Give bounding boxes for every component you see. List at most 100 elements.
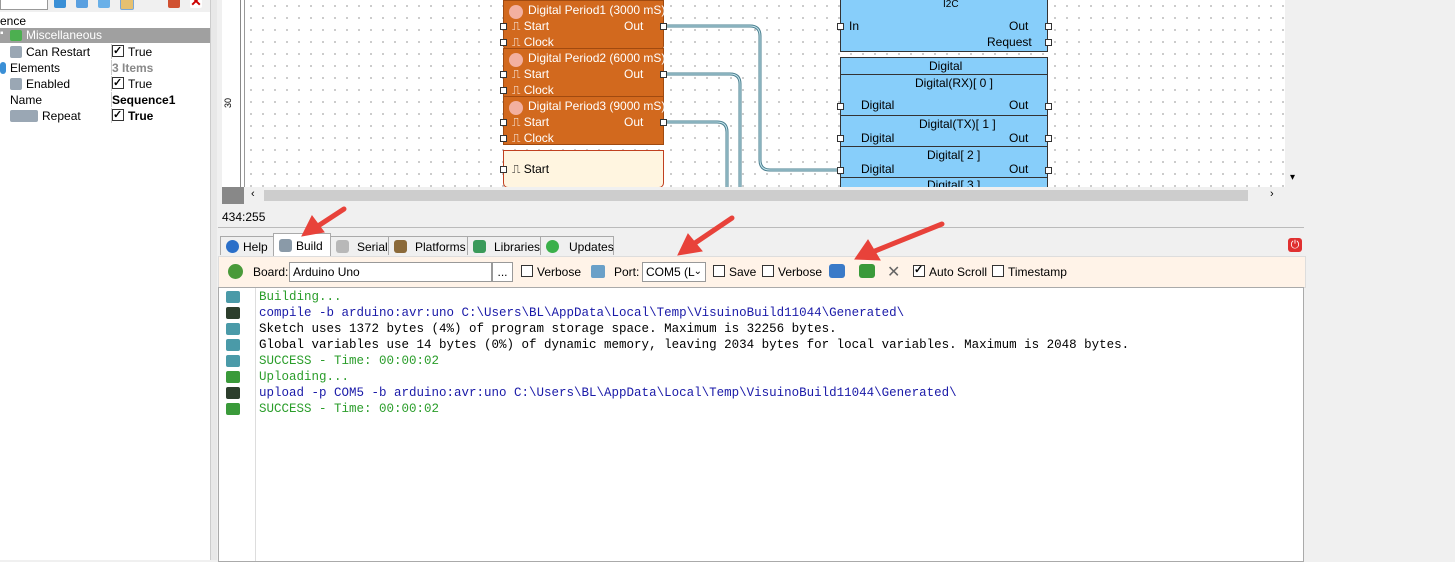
pin-connector[interactable] bbox=[837, 167, 844, 174]
wand-icon[interactable] bbox=[168, 0, 180, 8]
digital-period-2[interactable]: Digital Period2 (6000 mS) ⎍ Start ⎍ Cloc… bbox=[503, 48, 665, 97]
checkbox[interactable] bbox=[762, 265, 774, 277]
terminal-icon bbox=[226, 387, 240, 399]
scroll-right-icon[interactable]: › bbox=[1270, 188, 1274, 200]
board-browse-button[interactable]: ... bbox=[492, 262, 513, 282]
design-canvas[interactable]: Digital Period1 (3000 mS) ⎍ Start ⎍ Cloc… bbox=[245, 0, 1285, 189]
board-input[interactable]: Arduino Uno bbox=[289, 262, 492, 282]
expand-icon[interactable] bbox=[0, 62, 6, 74]
pin-connector[interactable] bbox=[837, 135, 844, 142]
pin-connector[interactable] bbox=[1045, 103, 1052, 110]
close-icon[interactable]: ✕ bbox=[190, 0, 202, 8]
out-pin[interactable]: Out bbox=[624, 115, 643, 129]
pin-connector[interactable] bbox=[660, 23, 667, 30]
stack-icon[interactable] bbox=[98, 0, 110, 8]
out-pin[interactable]: Out bbox=[624, 19, 643, 33]
property-row-repeat[interactable]: Repeat True bbox=[0, 107, 211, 124]
property-row-name[interactable]: Name Sequence1 bbox=[0, 92, 210, 108]
digital-channel-0[interactable]: Digital(RX)[ 0 ] Digital Out bbox=[840, 74, 1048, 116]
start-pin[interactable]: ⎍ Start bbox=[512, 19, 549, 34]
refresh-icon[interactable] bbox=[228, 264, 243, 279]
pin-connector[interactable] bbox=[660, 71, 667, 78]
pin-connector[interactable] bbox=[1045, 23, 1052, 30]
pin-connector[interactable] bbox=[1045, 135, 1052, 142]
sequence-start-block[interactable]: ⎍ Start bbox=[503, 150, 664, 188]
pin-connector[interactable] bbox=[837, 103, 844, 110]
tab-platforms[interactable]: Platforms bbox=[388, 236, 468, 255]
scroll-down-icon[interactable]: ▾ bbox=[1290, 172, 1295, 183]
tab-serial[interactable]: Serial bbox=[330, 236, 389, 255]
save-checkbox[interactable]: Save bbox=[713, 265, 756, 279]
collapse-icon[interactable]: ▪ bbox=[0, 28, 4, 39]
auto-scroll-checkbox[interactable]: Auto Scroll bbox=[913, 263, 987, 279]
verbose-upload-checkbox[interactable]: Verbose bbox=[762, 265, 822, 279]
group-header-miscellaneous[interactable]: ▪ Miscellaneous bbox=[0, 28, 210, 43]
i2c-request-pin[interactable]: Request bbox=[987, 35, 1032, 49]
property-row-elements[interactable]: Elements 3 Items bbox=[0, 60, 210, 76]
pin-connector[interactable] bbox=[837, 23, 844, 30]
i2c-out-pin[interactable]: Out bbox=[1009, 19, 1028, 33]
start-pin[interactable]: ⎍ Start bbox=[512, 67, 549, 82]
digital-in-pin[interactable]: Digital bbox=[861, 162, 894, 176]
pin-connector[interactable] bbox=[500, 23, 507, 30]
digital-channel-1[interactable]: Digital(TX)[ 1 ] Digital Out bbox=[840, 115, 1048, 147]
pin-connector[interactable] bbox=[1045, 167, 1052, 174]
build-output-console[interactable]: Building... compile -b arduino:avr:uno C… bbox=[218, 287, 1304, 562]
pin-connector[interactable] bbox=[660, 119, 667, 126]
digital-out-pin[interactable]: Out bbox=[1009, 131, 1028, 145]
digital-out-pin[interactable]: Out bbox=[1009, 162, 1028, 176]
property-row-enabled[interactable]: Enabled True bbox=[0, 75, 211, 92]
start-pin[interactable]: ⎍ Start bbox=[512, 115, 549, 130]
property-value[interactable]: Sequence1 bbox=[111, 92, 211, 107]
i2c-block[interactable]: I2C In Out Request bbox=[840, 0, 1048, 52]
pin-connector[interactable] bbox=[500, 166, 507, 173]
start-pin[interactable]: ⎍ Start bbox=[512, 162, 549, 177]
tab-help[interactable]: Help bbox=[220, 236, 274, 255]
tab-libraries[interactable]: Libraries bbox=[467, 236, 541, 255]
i2c-in-pin[interactable]: In bbox=[849, 19, 859, 33]
vertical-scrollbar[interactable]: ▾ bbox=[1286, 0, 1303, 187]
digital-period-3[interactable]: Digital Period3 (9000 mS) ⎍ Start ⎍ Cloc… bbox=[503, 96, 665, 146]
upload-icon[interactable] bbox=[859, 264, 875, 278]
port-select[interactable]: COM5 (L ⌄ bbox=[642, 262, 706, 282]
checkbox[interactable] bbox=[913, 263, 925, 277]
timestamp-checkbox[interactable]: Timestamp bbox=[992, 265, 1067, 279]
out-pin[interactable]: Out bbox=[624, 67, 643, 81]
pin-connector[interactable] bbox=[500, 39, 507, 46]
property-value[interactable]: True bbox=[111, 107, 211, 123]
checkbox[interactable] bbox=[521, 265, 533, 277]
grid-icon[interactable] bbox=[76, 0, 88, 8]
digital-out-pin[interactable]: Out bbox=[1009, 98, 1028, 112]
checkbox[interactable] bbox=[112, 43, 124, 59]
property-value[interactable]: True bbox=[111, 75, 211, 91]
clock-pin[interactable]: ⎍ Clock bbox=[512, 131, 554, 146]
property-search-input[interactable] bbox=[0, 0, 48, 10]
pin-connector[interactable] bbox=[1045, 39, 1052, 46]
checkbox[interactable] bbox=[713, 265, 725, 277]
pin-connector[interactable] bbox=[500, 87, 507, 94]
digital-in-pin[interactable]: Digital bbox=[861, 98, 894, 112]
chevron-down-icon[interactable]: ⌄ bbox=[694, 263, 702, 281]
scroll-thumb[interactable] bbox=[264, 190, 1248, 201]
pin-connector[interactable] bbox=[500, 119, 507, 126]
pin-connector[interactable] bbox=[500, 71, 507, 78]
pin-connector[interactable] bbox=[500, 135, 507, 142]
checkbox[interactable] bbox=[992, 265, 1004, 277]
pin-icon[interactable] bbox=[54, 0, 66, 8]
tab-build[interactable]: Build bbox=[273, 233, 331, 256]
digital-in-pin[interactable]: Digital bbox=[861, 131, 894, 145]
checkbox[interactable] bbox=[112, 75, 124, 91]
panel-splitter[interactable] bbox=[210, 0, 217, 560]
clear-icon[interactable]: ✕ bbox=[887, 262, 900, 282]
verbose-checkbox[interactable]: Verbose bbox=[521, 265, 581, 279]
compile-icon[interactable] bbox=[829, 264, 845, 278]
checkbox[interactable] bbox=[112, 107, 124, 123]
property-value[interactable]: True bbox=[111, 43, 211, 59]
digital-channel-2[interactable]: Digital[ 2 ] Digital Out bbox=[840, 146, 1048, 178]
power-icon[interactable]: ⏻ bbox=[1288, 238, 1302, 252]
property-row-can-restart[interactable]: Can Restart True bbox=[0, 43, 211, 60]
tab-updates[interactable]: Updates bbox=[540, 236, 614, 255]
digital-period-1[interactable]: Digital Period1 (3000 mS) ⎍ Start ⎍ Cloc… bbox=[503, 0, 665, 49]
folder-icon[interactable] bbox=[120, 0, 134, 10]
scroll-left-icon[interactable]: ‹ bbox=[251, 188, 255, 200]
